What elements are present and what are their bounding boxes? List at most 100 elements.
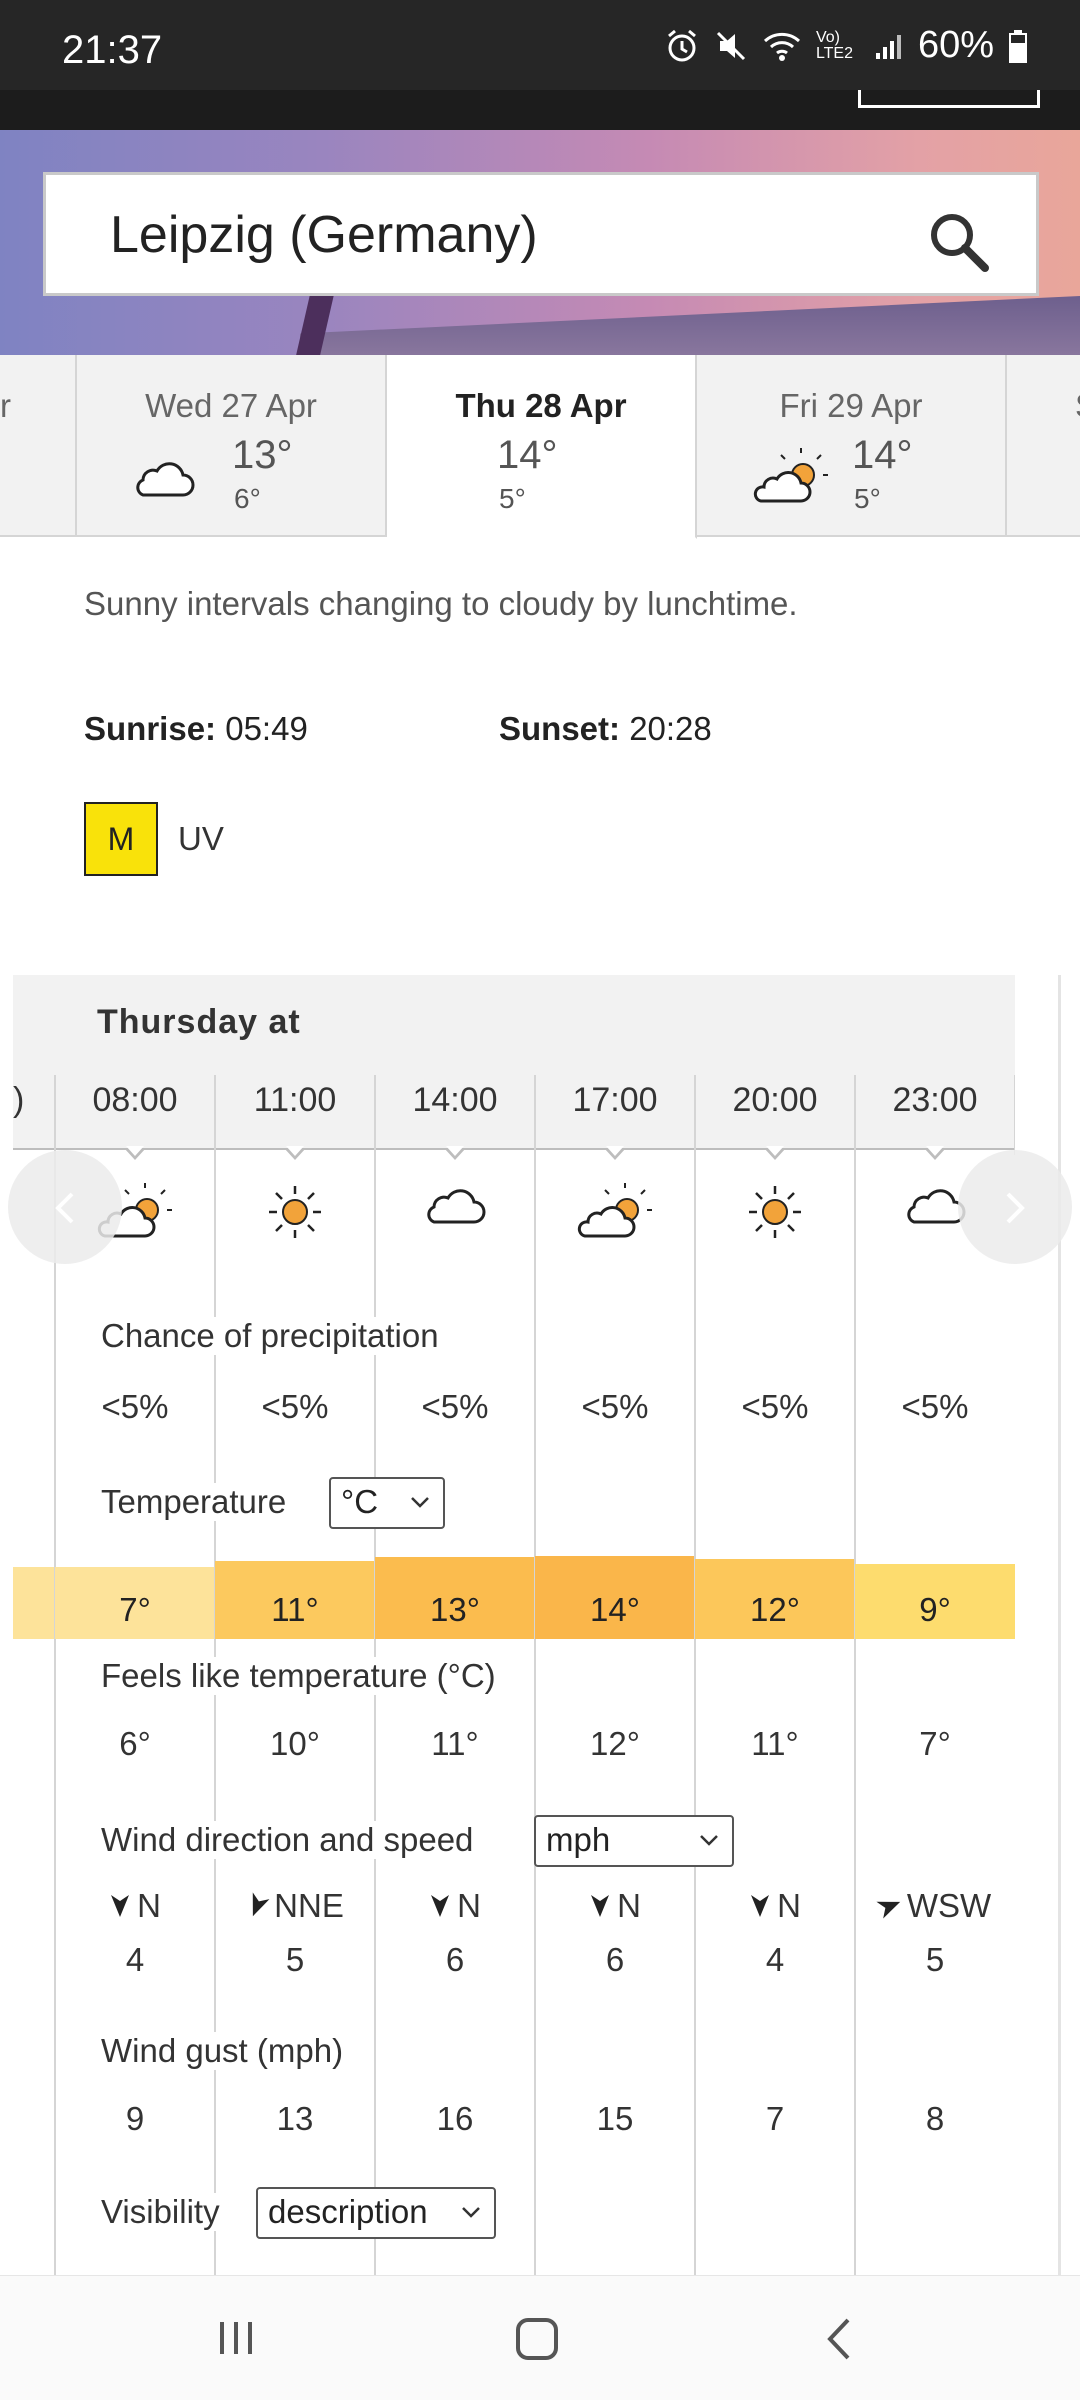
home-icon[interactable]	[514, 2316, 560, 2362]
recent-apps-icon[interactable]	[214, 2316, 258, 2360]
wind-gust-value: 13	[276, 2100, 314, 2137]
precip-value: <5%	[581, 1388, 649, 1425]
hour-pointer	[924, 1146, 946, 1160]
cloud-icon	[136, 462, 195, 497]
wind-speed: 6	[445, 1941, 465, 1978]
temperature-cell: 7°	[55, 1567, 215, 1639]
temperature-cell: 12°	[695, 1559, 855, 1639]
visibility-select[interactable]: description	[256, 2187, 496, 2239]
wind-unit-value: mph	[546, 1821, 611, 1858]
hour-time: 08:00	[92, 1081, 178, 1119]
column-divider	[694, 1075, 696, 2275]
status-bar: 21:37 Vo) LTE2 60%	[0, 0, 1080, 90]
sunny-intervals-icon	[753, 448, 828, 503]
wind-direction-label: N	[617, 1887, 641, 1924]
temperature-unit-select[interactable]: °C	[329, 1477, 445, 1529]
day-tab-fri[interactable]: Fri 29 Apr 14° 5°	[697, 355, 1007, 537]
sunset-label: Sunset:	[499, 710, 621, 747]
search-icon[interactable]	[926, 209, 992, 275]
system-nav-bar	[0, 2275, 1080, 2400]
hour-pointer	[444, 1146, 466, 1160]
wind-speed: 5	[925, 1941, 945, 1978]
hourly-prev-button[interactable]	[8, 1150, 122, 1264]
sun-icon	[215, 1182, 375, 1252]
wind-arrow-icon	[591, 1895, 610, 1917]
uv-badge: M	[84, 802, 158, 876]
chevron-left-icon	[55, 1192, 74, 1224]
feels-like-value: 6°	[119, 1725, 151, 1762]
wind-arrow-icon	[111, 1895, 130, 1917]
status-icons: Vo) LTE2 60%	[664, 24, 1028, 67]
chevron-down-icon	[700, 1835, 718, 1846]
wifi-icon	[763, 32, 800, 61]
plane-wing-image	[300, 295, 1080, 355]
wind-direction: N	[695, 1887, 855, 1925]
precip-value: <5%	[901, 1388, 969, 1425]
header-button[interactable]	[858, 90, 1040, 108]
sunset-value: 20:28	[629, 710, 712, 747]
temperature-unit-value: °C	[341, 1483, 379, 1520]
precip-value: <5%	[101, 1388, 169, 1425]
day-tab-prev[interactable]: r	[0, 355, 77, 537]
wind-direction: N	[535, 1887, 695, 1925]
temperature-cell: 11°	[215, 1560, 375, 1639]
hourly-next-button[interactable]	[958, 1150, 1072, 1264]
battery-percent: 60%	[917, 24, 994, 66]
hour-time: 11:00	[253, 1081, 337, 1119]
day-tab-thu[interactable]: Thu 28 Apr 14° 5°	[387, 355, 697, 539]
wind-gust-value: 9	[125, 2100, 145, 2137]
temperature-value: 9°	[919, 1590, 951, 1628]
visibility-label: Visibility	[101, 2193, 226, 2231]
search-input[interactable]: Leipzig (Germany)	[110, 205, 538, 265]
temperature-value: 11°	[271, 1590, 319, 1628]
wind-direction-label: N	[137, 1887, 161, 1924]
site-header-strip	[0, 90, 1080, 130]
temperature-cell: 14°	[535, 1555, 695, 1639]
feels-like-value: 11°	[751, 1725, 799, 1762]
temp-band-partial	[13, 1567, 55, 1639]
cloud-icon	[375, 1182, 535, 1252]
back-icon[interactable]	[822, 2316, 858, 2362]
day-low: 5°	[854, 483, 881, 514]
hour-pointer	[764, 1146, 786, 1160]
hour-pointer	[124, 1146, 146, 1160]
day-tab-label: Fri 29 Apr	[779, 387, 923, 424]
hourly-forecast: Thursday at ) 08:00 <5% 7° 6° N 4 9 11:00 <5% 11°…	[13, 975, 1015, 2275]
feels-like-value: 10°	[270, 1725, 320, 1762]
forecast-summary: Sunny intervals changing to cloudy by lu…	[84, 585, 798, 622]
day-tab-next[interactable]: S	[1007, 355, 1080, 537]
hour-pointer	[604, 1146, 626, 1160]
feels-like-value: 11°	[431, 1725, 479, 1762]
wind-speed: 6	[605, 1941, 625, 1978]
hour-time: 17:00	[572, 1081, 658, 1119]
hourly-header: Thursday at )	[13, 975, 1015, 1150]
mute-icon	[716, 31, 745, 60]
hour-time: 23:00	[892, 1081, 978, 1119]
wind-gust-value: 15	[596, 2100, 634, 2137]
day-tab-wed[interactable]: Wed 27 Apr 13° 6°	[77, 355, 387, 537]
wind-arrow-icon	[751, 1895, 770, 1917]
wind-speed: 4	[765, 1941, 785, 1978]
wind-arrow-icon	[876, 1901, 901, 1919]
status-time: 21:37	[62, 28, 163, 72]
wind-unit-select[interactable]: mph	[534, 1815, 734, 1867]
temperature-value: 14°	[590, 1590, 640, 1628]
day-high: 14°	[497, 433, 558, 477]
sunrise: Sunrise: 05:49	[84, 710, 308, 748]
sunny-intervals-icon	[535, 1182, 695, 1252]
wind-arrow-icon	[431, 1895, 450, 1917]
wind-label: Wind direction and speed	[101, 1821, 480, 1859]
wind-speed: 5	[285, 1941, 305, 1978]
column-divider	[854, 1075, 856, 2275]
temperature-cell: 13°	[375, 1557, 535, 1639]
temperature-label: Temperature	[101, 1483, 293, 1521]
sunrise-label: Sunrise:	[84, 710, 217, 747]
wind-gust-value: 16	[436, 2100, 474, 2137]
location-search[interactable]: Leipzig (Germany)	[43, 172, 1039, 296]
precip-value: <5%	[741, 1388, 809, 1425]
sunset: Sunset: 20:28	[499, 710, 712, 748]
chevron-right-icon	[1006, 1192, 1025, 1224]
wind-gust-value: 7	[765, 2100, 785, 2137]
hourly-title: Thursday at	[97, 1003, 301, 1041]
hour-time: 20:00	[732, 1081, 818, 1119]
